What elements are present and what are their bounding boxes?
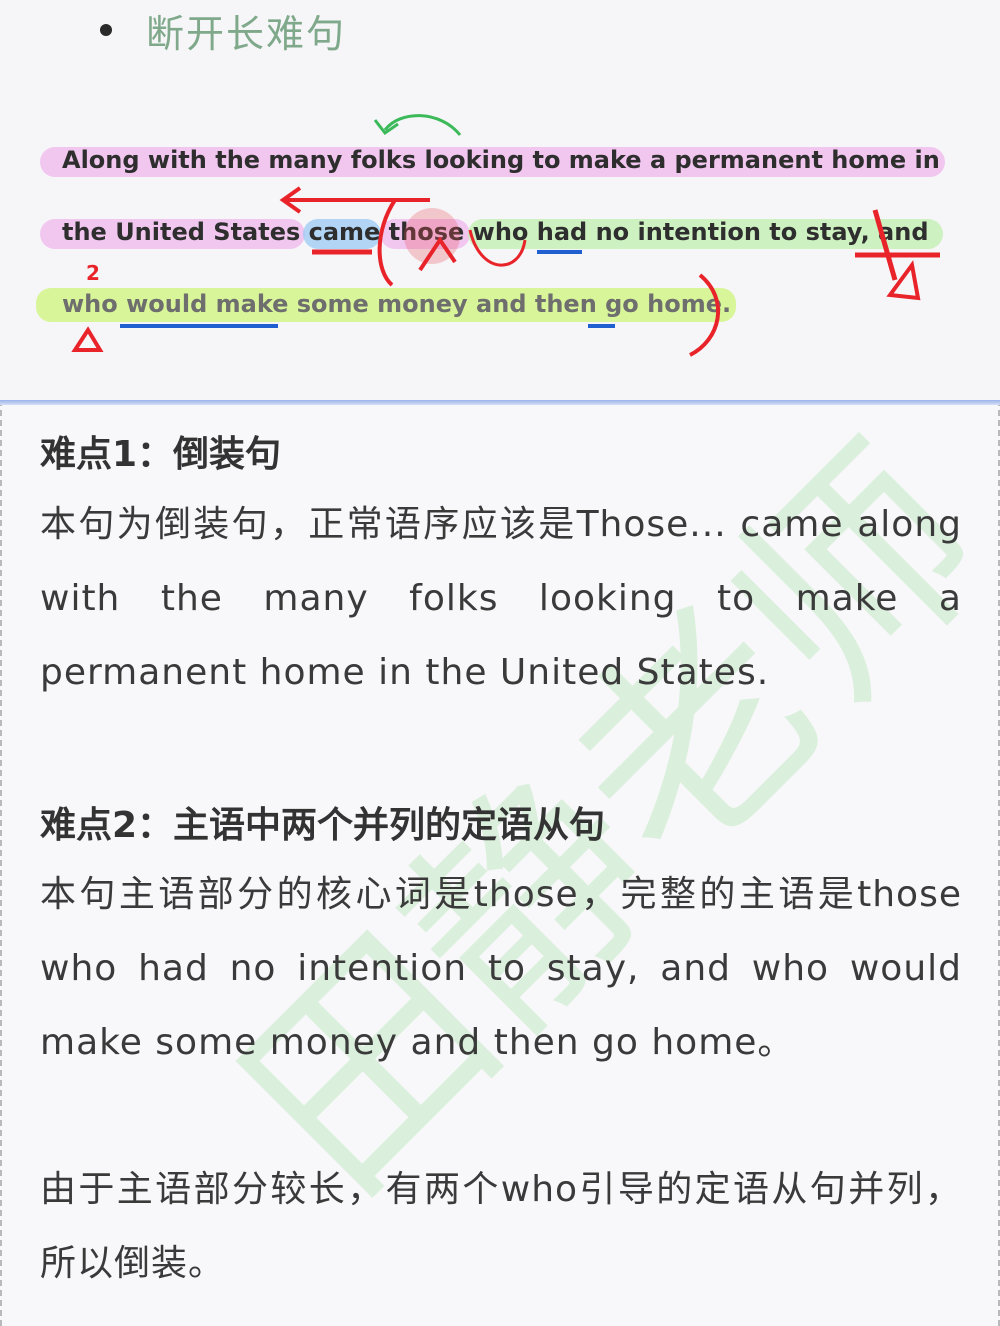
difficulty2-title: 难点2：主语中两个并列的定语从句 xyxy=(40,805,606,846)
difficulty2-text: 本句主语部分的核心词是those，完整的主语是those who had no … xyxy=(40,874,962,1063)
difficulty1-text: 本句为倒装句，正常语序应该是Those... came along with t… xyxy=(40,504,962,693)
annotation-number: 2 xyxy=(86,261,100,285)
triangle-mark-icon xyxy=(71,326,104,352)
sentence-analysis-panel: 断开长难句 Along with the many folks looking … xyxy=(0,0,1000,404)
hand-annotations: 2 xyxy=(71,114,940,357)
difficulty1-title: 难点1：倒装句 xyxy=(40,434,282,475)
section-divider xyxy=(0,400,1000,405)
difficulty2-text2: 由于主语部分较长，有两个who引导的定语从句并列，所以倒装。 xyxy=(40,1169,962,1284)
